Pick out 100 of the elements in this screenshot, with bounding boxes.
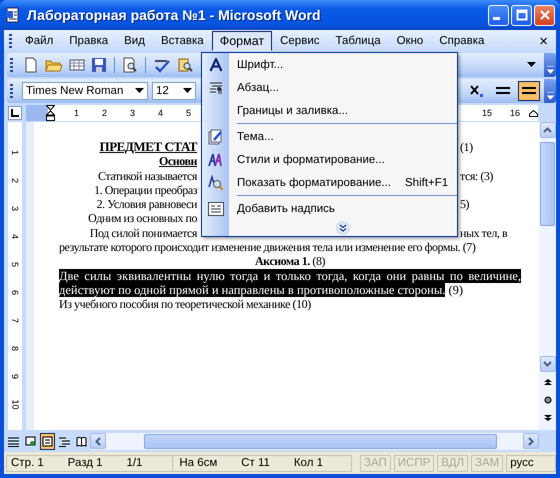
document-text: результате которого происходит изменение движения тела или изменение его формы. (7) [59, 240, 476, 254]
toolbar-options-button[interactable] [544, 53, 556, 77]
maximize-button[interactable] [511, 4, 532, 26]
menu-item[interactable]: Формат [212, 31, 272, 51]
ruler-number: 5 [186, 108, 191, 118]
horizontal-scrollbar[interactable] [90, 432, 539, 450]
window-title: Лабораторная работа №1 - Microsoft Word [27, 7, 321, 23]
border-button[interactable] [518, 81, 540, 101]
ruler-number: 2 [10, 178, 20, 182]
ruler-number: 7 [10, 318, 20, 322]
scroll-left-button[interactable] [90, 433, 106, 449]
menu-item[interactable]: Добавить надпись [202, 197, 457, 220]
right-indent-marker-icon[interactable] [529, 110, 538, 116]
document-text: ных тел, в [459, 226, 508, 240]
maximize-icon [516, 9, 528, 21]
scroll-thumb[interactable] [144, 434, 497, 448]
lines-icon [8, 436, 19, 446]
document-text: Статикой называется [97, 168, 197, 183]
indent-marker-icon[interactable] [46, 105, 55, 121]
chevron-left-icon [95, 436, 101, 446]
tab-stop-icon [11, 109, 19, 117]
ruler-number: 1 [10, 150, 20, 154]
ruler-number: 4 [158, 108, 163, 118]
heading: ПРЕДМЕТ СТАТ [98, 140, 197, 154]
menu-item[interactable]: Сервис [272, 31, 328, 51]
scroll-up-button[interactable] [540, 122, 556, 138]
menu-item[interactable]: Окно [388, 31, 432, 51]
ruler-number: 4 [10, 234, 20, 238]
menu-item[interactable]: Границы и заливка... [202, 99, 457, 122]
close-document-button[interactable]: × [531, 32, 556, 50]
selected-paragraph: Две силы эквивалентны нулю тогда и только тогда, когда они равны по величине, действуют по одной прямой и направлены в противоположные стороны. (9) [59, 268, 521, 298]
magnifier-icon [208, 174, 224, 190]
browse-object-icon[interactable] [544, 396, 552, 404]
scroll-thumb[interactable] [540, 142, 555, 226]
status-field: Кол 1 [294, 457, 338, 469]
menu-item[interactable]: Шрифт... [202, 53, 457, 76]
status-field: 1/1 [126, 457, 156, 469]
document-text: Под силой понимается [88, 226, 197, 240]
next-page-icon[interactable] [544, 414, 552, 422]
status-field: На 6см [179, 457, 232, 469]
language-indicator: русс [506, 454, 556, 472]
menu-item[interactable]: Файл [17, 31, 62, 51]
document-text: Одним из основных по [87, 211, 197, 226]
menu-item[interactable]: Справка [431, 31, 492, 51]
document-text: 2. Условия равновеси [96, 197, 197, 212]
chevron-down-icon [543, 361, 552, 367]
menu-item[interactable]: Вид [116, 31, 153, 51]
subscript-icon [470, 84, 484, 98]
spelling-icon[interactable] [153, 57, 171, 73]
scroll-right-button[interactable] [523, 433, 539, 449]
caret-icon [135, 88, 144, 94]
double-line-icon [521, 86, 537, 96]
heading: Основн [158, 154, 197, 169]
menu-item[interactable]: Тема... [202, 125, 457, 148]
menu-item[interactable]: Стили и форматирование... [202, 148, 457, 171]
tab-selector-button[interactable] [8, 106, 22, 120]
research-icon[interactable] [177, 57, 193, 73]
minimize-button[interactable] [488, 4, 509, 26]
previous-page-icon[interactable] [544, 378, 552, 386]
ruler-number: 16 [510, 108, 520, 118]
minimize-icon [493, 17, 500, 20]
font-field[interactable]: Times New Roman [22, 82, 148, 100]
font-size-field[interactable]: 12 [152, 82, 196, 100]
print-preview-icon[interactable] [122, 57, 138, 73]
caret-icon [546, 92, 554, 100]
scroll-down-button[interactable] [540, 356, 556, 372]
ruler-number: 5 [10, 262, 20, 266]
toolbar-options-button[interactable] [544, 79, 556, 103]
book-icon [76, 436, 87, 446]
document-text: 5) [459, 197, 470, 212]
expand-menu-button[interactable] [336, 221, 350, 235]
ruler-number: 3 [130, 108, 135, 118]
styles-icon [208, 152, 224, 168]
vertical-scrollbar[interactable] [539, 122, 556, 430]
toolbar-grip[interactable] [9, 34, 12, 48]
ruler-number: 15 [482, 108, 492, 118]
print-layout-button[interactable] [40, 432, 55, 450]
menu-item[interactable]: Вставка [152, 31, 212, 51]
close-icon [538, 9, 550, 21]
document-text: тся: (3) [459, 168, 494, 183]
heading: Аксиома 1. (8) [254, 254, 326, 269]
ruler-number: 8 [10, 346, 20, 350]
outline-icon [59, 436, 70, 446]
table-icon[interactable] [69, 57, 85, 73]
menu-item[interactable]: Правка [61, 31, 116, 51]
chevron-up-icon [543, 127, 552, 133]
save-icon[interactable] [91, 57, 107, 73]
caret-icon [546, 66, 554, 74]
status-field: Стр. 1 [11, 457, 58, 469]
double-line-icon [495, 86, 511, 96]
document-text: (1) [459, 140, 474, 154]
dropdown-arrow-icon[interactable] [527, 62, 536, 68]
new-document-icon[interactable] [23, 57, 39, 73]
menu-item[interactable]: Показать форматирование... Shift+F1 [202, 171, 457, 194]
page-icon [42, 436, 53, 446]
font-icon [208, 58, 222, 72]
menu-item[interactable]: Абзац... [202, 76, 457, 99]
status-field: Разд 1 [68, 457, 117, 469]
close-button[interactable] [534, 4, 555, 26]
menu-item[interactable]: Таблица [328, 31, 389, 51]
